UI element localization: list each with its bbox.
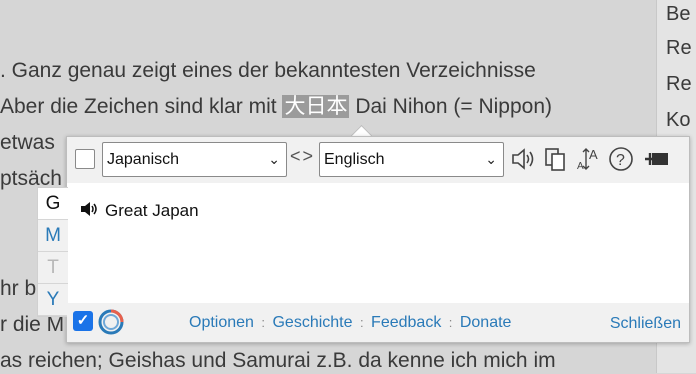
page-text-line-1: . Ganz genau zeigt eines der bekannteste… — [0, 59, 536, 82]
tab-translator[interactable]: T — [38, 252, 68, 284]
right-column-text: Re — [666, 37, 692, 59]
font-size-icon[interactable]: AA — [575, 145, 603, 173]
translation-result: Great Japan — [79, 199, 199, 224]
donate-link[interactable]: Donate — [460, 314, 512, 331]
chevron-down-icon: ⌄ — [268, 151, 280, 167]
page-text: Aber die Zeichen sind klar mit — [0, 95, 277, 118]
page-text: Dai Nihon (= Nippon) — [355, 95, 552, 118]
footer-links: Optionen : Geschichte : Feedback : Donat… — [189, 314, 511, 332]
page-text-line-2: Aber die Zeichen sind klar mit 大日本 Dai N… — [0, 94, 552, 120]
link-separator: : — [261, 315, 266, 330]
translation-popup: Japanisch ⌄ <> Englisch ⌄ AA ? G M T Y G… — [37, 136, 690, 343]
tab-google[interactable]: G — [38, 188, 68, 220]
link-separator: : — [448, 315, 453, 330]
feedback-link[interactable]: Feedback — [371, 314, 441, 331]
link-separator: : — [359, 315, 364, 330]
copy-icon[interactable] — [541, 145, 569, 173]
page-text-line-3: etwas — [0, 131, 55, 154]
right-column-text: Be — [666, 3, 691, 25]
speaker-icon[interactable] — [509, 145, 537, 173]
popup-toolbar: Japanisch ⌄ <> Englisch ⌄ AA ? — [67, 137, 689, 183]
right-column-text: Re — [666, 73, 692, 95]
source-language-value: Japanisch — [107, 151, 180, 168]
target-language-value: Englisch — [324, 151, 385, 168]
tab-yandex[interactable]: Y — [38, 284, 68, 316]
auto-translate-checkbox[interactable]: ✓ — [73, 311, 93, 331]
service-tabs: G M T Y — [37, 187, 68, 317]
chevron-down-icon: ⌄ — [485, 151, 497, 167]
close-link[interactable]: Schließen — [610, 315, 681, 333]
enable-checkbox[interactable] — [75, 149, 95, 169]
right-column-text: Ko — [666, 109, 691, 131]
highlighted-word[interactable]: 大日本 — [282, 95, 350, 118]
history-link[interactable]: Geschichte — [272, 314, 352, 331]
translation-text: Great Japan — [105, 201, 199, 220]
svg-text:A: A — [589, 147, 598, 162]
target-language-select[interactable]: Englisch ⌄ — [319, 142, 504, 177]
options-link[interactable]: Optionen — [189, 314, 254, 331]
svg-text:?: ? — [616, 152, 625, 169]
source-language-select[interactable]: Japanisch ⌄ — [102, 142, 287, 177]
page-text-line-5: hr b — [0, 277, 37, 300]
pin-icon[interactable] — [643, 145, 671, 173]
speaker-icon[interactable] — [79, 199, 99, 224]
refresh-icon[interactable] — [97, 308, 125, 336]
popup-footer: ✓ Optionen : Geschichte : Feedback : Don… — [67, 303, 689, 342]
page-text-line-7: as reichen; Geishas und Samurai z.B. da … — [0, 349, 556, 372]
tab-microsoft[interactable]: M — [38, 220, 68, 252]
help-icon[interactable]: ? — [607, 145, 635, 173]
swap-languages-icon[interactable]: <> — [290, 146, 315, 167]
